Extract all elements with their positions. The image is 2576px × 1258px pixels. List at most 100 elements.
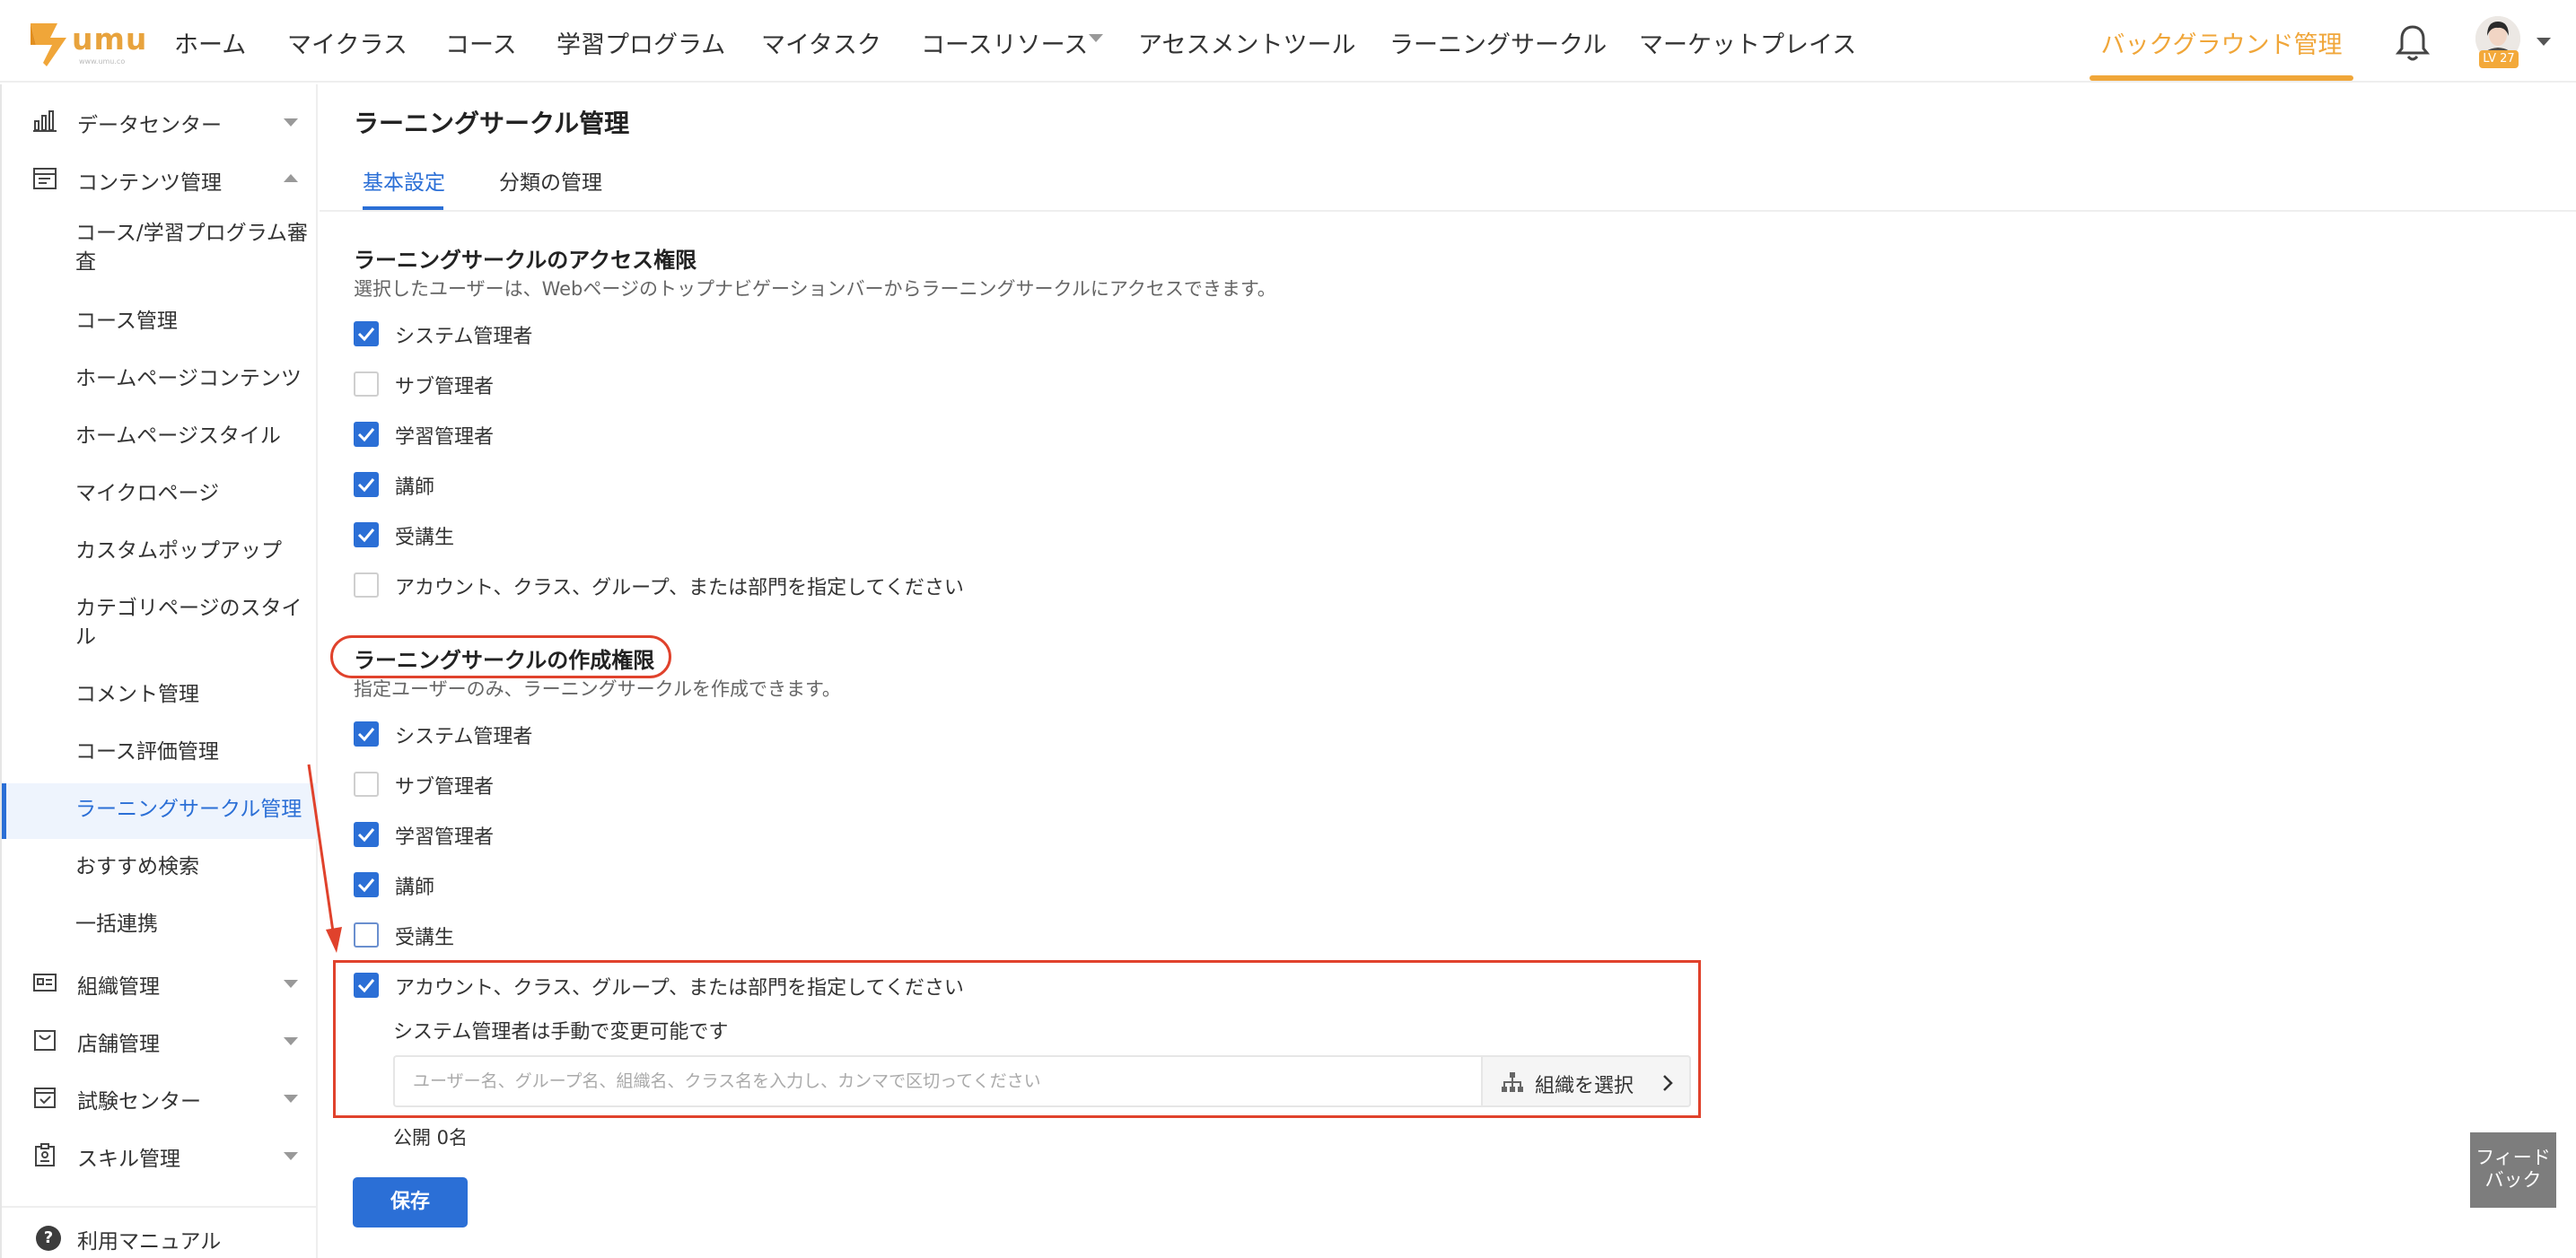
save-button[interactable]: 保存 <box>353 1177 468 1227</box>
sidebar-item-comment-management[interactable]: コメント管理 <box>75 680 309 709</box>
top-navigation-bar: umu www.umu.co ホーム マイクラス コース 学習プログラム マイタ… <box>0 0 2576 83</box>
feedback-button[interactable]: フィードバック <box>2470 1132 2556 1208</box>
sidebar-group-data-center[interactable]: データセンター <box>2 99 318 144</box>
nav-course[interactable]: コース <box>445 25 517 60</box>
bell-icon[interactable] <box>2395 23 2431 63</box>
sidebar-group-label: 店舗管理 <box>77 1033 160 1056</box>
chevron-down-icon <box>284 1095 298 1103</box>
sidebar-group-label: データセンター <box>77 114 222 137</box>
chevron-down-icon <box>284 118 298 127</box>
sidebar-group-exam-center[interactable]: 試験センター <box>2 1075 318 1120</box>
sidebar-item-course-management[interactable]: コース管理 <box>75 307 309 336</box>
avatar-menu-chevron-icon[interactable] <box>2537 38 2551 46</box>
tab-basic-settings[interactable]: 基本設定 <box>363 165 445 196</box>
checkbox-unchecked[interactable] <box>354 371 379 397</box>
checkmark-icon <box>357 529 375 543</box>
sidebar-group-label: 試験センター <box>77 1090 201 1114</box>
checkbox-checked[interactable] <box>354 872 379 897</box>
checkbox-unchecked[interactable] <box>354 922 379 948</box>
id-card-icon <box>33 974 57 992</box>
shopping-bag-icon <box>34 1030 56 1051</box>
chevron-up-icon <box>284 174 298 182</box>
user-avatar[interactable]: LV 27 <box>2475 16 2520 68</box>
clipboard-icon <box>35 1143 55 1166</box>
sidebar-item-recommended-search[interactable]: おすすめ検索 <box>75 852 309 881</box>
checkmark-icon <box>357 428 375 442</box>
checkbox-checked[interactable] <box>354 321 379 346</box>
create-section-description: 指定ユーザーのみ、ラーニングサークルを作成できます。 <box>354 678 841 700</box>
help-manual-label: 利用マニュアル <box>77 1230 222 1254</box>
checkbox-checked[interactable] <box>354 822 379 847</box>
logo-url: www.umu.co <box>79 57 126 66</box>
sidebar-item-homepage-style[interactable]: ホームページスタイル <box>75 422 309 450</box>
tab-divider <box>320 210 2576 212</box>
checkbox-checked[interactable] <box>354 522 379 547</box>
sidebar-group-label: スキル管理 <box>77 1148 180 1171</box>
select-organization-label: 組織を選択 <box>1535 1075 1634 1097</box>
sidebar-active-indicator <box>2 783 6 839</box>
checkbox-label: 受講生 <box>395 527 455 549</box>
select-organization-button[interactable]: 組織を選択 <box>1481 1055 1691 1107</box>
checkmark-icon <box>357 478 375 493</box>
sidebar-item-homepage-content[interactable]: ホームページコンテンツ <box>75 364 309 393</box>
access-section-description: 選択したユーザーは、Webページのトップナビゲーションバーからラーニングサークル… <box>354 278 1276 300</box>
sidebar-item-custom-popup[interactable]: カスタムポップアップ <box>75 537 309 565</box>
sidebar-group-store[interactable]: 店舗管理 <box>2 1018 318 1062</box>
checkbox-label: システム管理者 <box>395 726 533 748</box>
nav-marketplace[interactable]: マーケットプレイス <box>1639 25 1856 60</box>
checkbox-checked[interactable] <box>354 721 379 747</box>
checkbox-unchecked[interactable] <box>354 772 379 797</box>
checkbox-checked[interactable] <box>354 422 379 447</box>
logo-text: umu <box>72 22 148 57</box>
question-icon: ? <box>36 1226 61 1251</box>
create-section-title: ラーニングサークルの作成権限 <box>354 648 655 673</box>
checkbox-label: システム管理者 <box>395 326 533 348</box>
nav-active-label: バックグラウンド管理 <box>2100 31 2343 59</box>
sidebar-group-organization[interactable]: 組織管理 <box>2 960 318 1005</box>
checkbox-checked[interactable] <box>354 472 379 497</box>
checkbox-label: 学習管理者 <box>395 426 495 449</box>
umu-logo[interactable]: umu www.umu.co <box>27 16 146 70</box>
nav-learning-program[interactable]: 学習プログラム <box>556 25 725 60</box>
nav-background-management[interactable]: バックグラウンド管理 <box>2090 0 2353 83</box>
sidebar-group-label: 組織管理 <box>77 975 160 999</box>
sidebar-item-course-review[interactable]: コース/学習プログラム審査 <box>75 219 309 276</box>
main-content: ラーニングサークル管理 基本設定 分類の管理 ラーニングサークルのアクセス権限 … <box>320 84 2576 1258</box>
checkmark-icon <box>357 728 375 742</box>
content-list-icon <box>33 168 57 189</box>
chevron-right-icon <box>1663 1075 1673 1091</box>
sidebar-group-skill[interactable]: スキル管理 <box>2 1132 318 1177</box>
checkbox-label: 講師 <box>395 877 435 899</box>
nav-course-resources[interactable]: コースリソース <box>921 25 1088 60</box>
logo-mark-icon <box>31 23 66 66</box>
nav-learning-circle[interactable]: ラーニングサークル <box>1389 25 1607 60</box>
sidebar-item-bulk-integration[interactable]: 一括連携 <box>75 910 309 939</box>
nav-assessment-tool[interactable]: アセスメントツール <box>1138 25 1355 60</box>
org-tree-icon <box>1502 1072 1523 1092</box>
user-input-container <box>393 1055 1481 1107</box>
chevron-down-icon <box>284 980 298 988</box>
tab-category-management[interactable]: 分類の管理 <box>499 165 602 196</box>
sidebar-item-category-page-style[interactable]: カテゴリページのスタイル <box>75 594 309 651</box>
checkbox-label: 学習管理者 <box>395 826 495 849</box>
nav-home[interactable]: ホーム <box>174 25 246 60</box>
checkbox-label: サブ管理者 <box>395 776 495 799</box>
checkbox-label: 講師 <box>395 476 435 499</box>
page-title: ラーニングサークル管理 <box>354 109 630 138</box>
sidebar: データセンター コンテンツ管理 コース/学習プログラム審査 コース管理 ホームペ… <box>0 84 318 1258</box>
specified-users-input[interactable] <box>395 1057 1479 1105</box>
nav-my-class[interactable]: マイクラス <box>287 25 407 60</box>
checkbox-unchecked[interactable] <box>354 572 379 598</box>
sidebar-item-course-rating[interactable]: コース評価管理 <box>75 738 309 766</box>
bar-chart-icon <box>33 110 57 132</box>
sidebar-group-content-management[interactable]: コンテンツ管理 <box>2 156 318 201</box>
sidebar-help-manual[interactable]: ? 利用マニュアル <box>2 1206 318 1258</box>
sidebar-item-micro-page[interactable]: マイクロページ <box>75 479 309 508</box>
nav-my-task[interactable]: マイタスク <box>761 25 881 60</box>
sidebar-item-learning-circle-management[interactable]: ラーニングサークル管理 <box>75 795 309 824</box>
admin-note: システム管理者は手動で変更可能です <box>393 1021 729 1044</box>
checkbox-label: 受講生 <box>395 927 455 949</box>
sidebar-group-label: コンテンツ管理 <box>77 171 222 195</box>
chevron-down-icon <box>284 1037 298 1045</box>
checkmark-icon <box>357 878 375 893</box>
